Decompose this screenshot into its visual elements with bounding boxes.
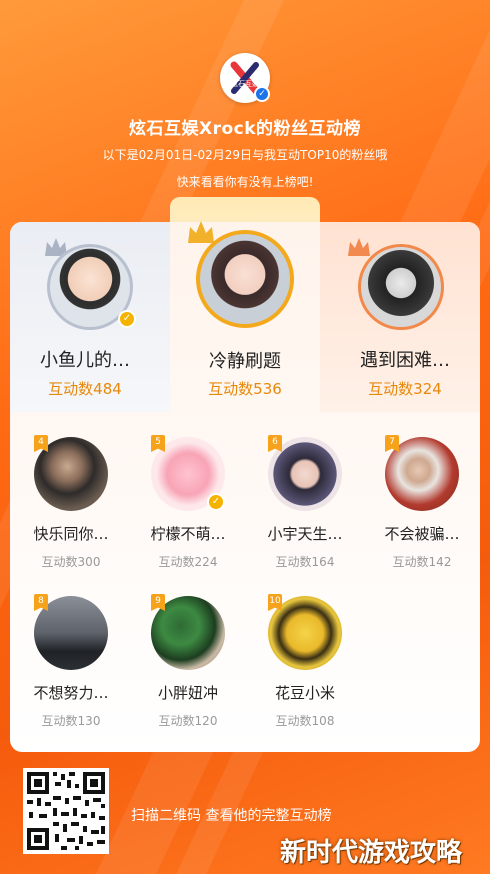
qr-code-icon [23, 768, 109, 854]
fan-name: 不会被骗… [384, 525, 460, 543]
fan-name: 小胖妞冲 [157, 684, 218, 702]
fan-count: 互动数120 [158, 714, 218, 728]
verified-icon: ✓ [254, 86, 270, 102]
fan-count: 互动数324 [368, 380, 442, 398]
fan-count: 互动数224 [158, 555, 218, 569]
fan-name: 遇到困难… [360, 350, 450, 371]
page-subtitle-2: 快来看看你有没有上榜吧! [176, 175, 314, 189]
top-fan-rank-1[interactable]: 冷静刷题 互动数536 [170, 197, 320, 410]
fan-count: 互动数108 [275, 714, 335, 728]
fan-count: 互动数164 [275, 555, 335, 569]
page-subtitle: 以下是02月01日-02月29日与我互动TOP10的粉丝哦 [102, 148, 388, 162]
qr-code[interactable] [23, 768, 109, 854]
fan-name: 冷静刷题 [209, 351, 281, 372]
fan-count: 互动数130 [41, 714, 101, 728]
scan-prompt: 扫描二维码 查看他的完整互动榜 [131, 808, 332, 824]
watermark: 新时代游戏攻略 [280, 838, 463, 868]
fan-count: 互动数484 [48, 380, 122, 398]
verified-icon: ✓ [207, 493, 225, 511]
top-fan-rank-3[interactable]: 遇到困难… 互动数324 [330, 222, 480, 412]
svg-text:炫石互娱: 炫石互娱 [231, 79, 259, 88]
fan-name: 柠檬不萌… [150, 525, 226, 543]
verified-icon: ✓ [118, 310, 136, 328]
fan-name: 快乐同你… [33, 525, 109, 543]
page-title: 炫石互娱Xrock的粉丝互动榜 [128, 119, 362, 139]
top-fan-rank-2[interactable]: ✓ 小鱼儿的… 互动数484 [10, 222, 160, 412]
fan-count: 互动数536 [208, 380, 282, 398]
fan-name: 小宇天生… [267, 525, 343, 543]
fan-name: 花豆小米 [274, 684, 335, 702]
avatar [358, 244, 444, 330]
fan-count: 互动数142 [392, 555, 452, 569]
avatar [196, 230, 294, 328]
header: 炫石互娱 ✓ 炫石互娱Xrock的粉丝互动榜 以下是02月01日-02月29日与… [0, 0, 490, 210]
fan-name: 不想努力… [33, 684, 109, 702]
fan-name: 小鱼儿的… [40, 350, 130, 371]
fan-count: 互动数300 [41, 555, 101, 569]
